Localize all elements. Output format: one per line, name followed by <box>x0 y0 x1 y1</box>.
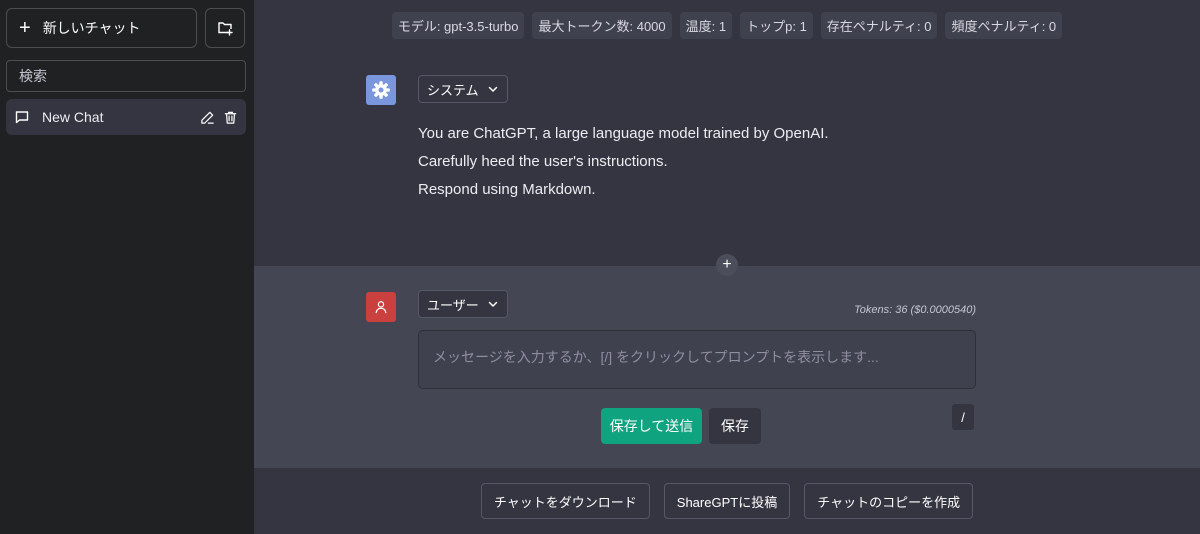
chevron-down-icon <box>487 83 499 95</box>
user-role-select[interactable]: ユーザー <box>418 290 508 318</box>
frequency-penalty-chip[interactable]: 頻度ペナルティ: 0 <box>945 11 1063 39</box>
trash-icon[interactable] <box>223 110 238 125</box>
main-panel: モデル: gpt-3.5-turbo 最大トークン数: 4000 温度: 1 ト… <box>254 0 1200 534</box>
user-message: ユーザー Tokens: 36 ($0.0000540) / 保存して送信 保存 <box>254 266 1200 468</box>
model-chip[interactable]: モデル: gpt-3.5-turbo <box>391 11 525 39</box>
prompt-slash-button[interactable]: / <box>952 404 974 430</box>
system-role-label: システム <box>427 82 479 98</box>
model-settings-bar[interactable]: モデル: gpt-3.5-turbo 最大トークン数: 4000 温度: 1 ト… <box>254 0 1200 50</box>
gear-icon <box>371 80 391 100</box>
save-and-submit-button[interactable]: 保存して送信 <box>601 408 702 444</box>
sidebar: + 新しいチャット New Chat <box>0 0 254 534</box>
folder-plus-icon <box>217 20 233 36</box>
token-count: Tokens: 36 ($0.0000540) <box>854 304 976 316</box>
system-avatar <box>366 75 396 105</box>
presence-penalty-chip[interactable]: 存在ペナルティ: 0 <box>820 11 938 39</box>
add-message-button[interactable]: + <box>716 254 738 276</box>
new-folder-button[interactable] <box>205 8 245 48</box>
clone-chat-button[interactable]: チャットのコピーを作成 <box>804 483 974 519</box>
save-button[interactable]: 保存 <box>709 408 761 444</box>
chevron-down-icon <box>487 298 499 310</box>
user-icon <box>374 300 388 314</box>
share-gpt-button[interactable]: ShareGPTに投稿 <box>663 483 791 519</box>
new-chat-label: 新しいチャット <box>42 20 141 36</box>
footer-actions: チャットをダウンロード ShareGPTに投稿 チャットのコピーを作成 <box>254 468 1200 534</box>
max-tokens-chip[interactable]: 最大トークン数: 4000 <box>532 11 672 39</box>
system-line: Respond using Markdown. <box>418 181 596 198</box>
chat-item-label: New Chat <box>42 109 104 125</box>
system-role-select[interactable]: システム <box>418 75 508 103</box>
message-input[interactable] <box>418 330 976 389</box>
plus-icon: + <box>722 256 732 273</box>
user-avatar <box>366 292 396 322</box>
temperature-chip[interactable]: 温度: 1 <box>679 11 733 39</box>
system-message-text[interactable]: You are ChatGPT, a large language model … <box>418 120 829 204</box>
new-chat-button[interactable]: + 新しいチャット <box>6 8 197 48</box>
system-message: システム You are ChatGPT, a large language m… <box>254 50 1200 266</box>
search-input[interactable] <box>6 60 246 92</box>
user-role-label: ユーザー <box>427 297 479 313</box>
download-chat-button[interactable]: チャットをダウンロード <box>480 483 650 519</box>
plus-icon: + <box>19 17 31 39</box>
chat-bubble-icon <box>14 109 30 125</box>
chat-list-item[interactable]: New Chat <box>6 99 246 135</box>
system-line: You are ChatGPT, a large language model … <box>418 125 829 142</box>
top-p-chip[interactable]: トップp: 1 <box>740 11 813 39</box>
sidebar-top: + 新しいチャット <box>6 8 248 48</box>
system-line: Carefully heed the user's instructions. <box>418 153 668 170</box>
chat-item-actions <box>200 110 238 125</box>
edit-icon[interactable] <box>200 110 215 125</box>
